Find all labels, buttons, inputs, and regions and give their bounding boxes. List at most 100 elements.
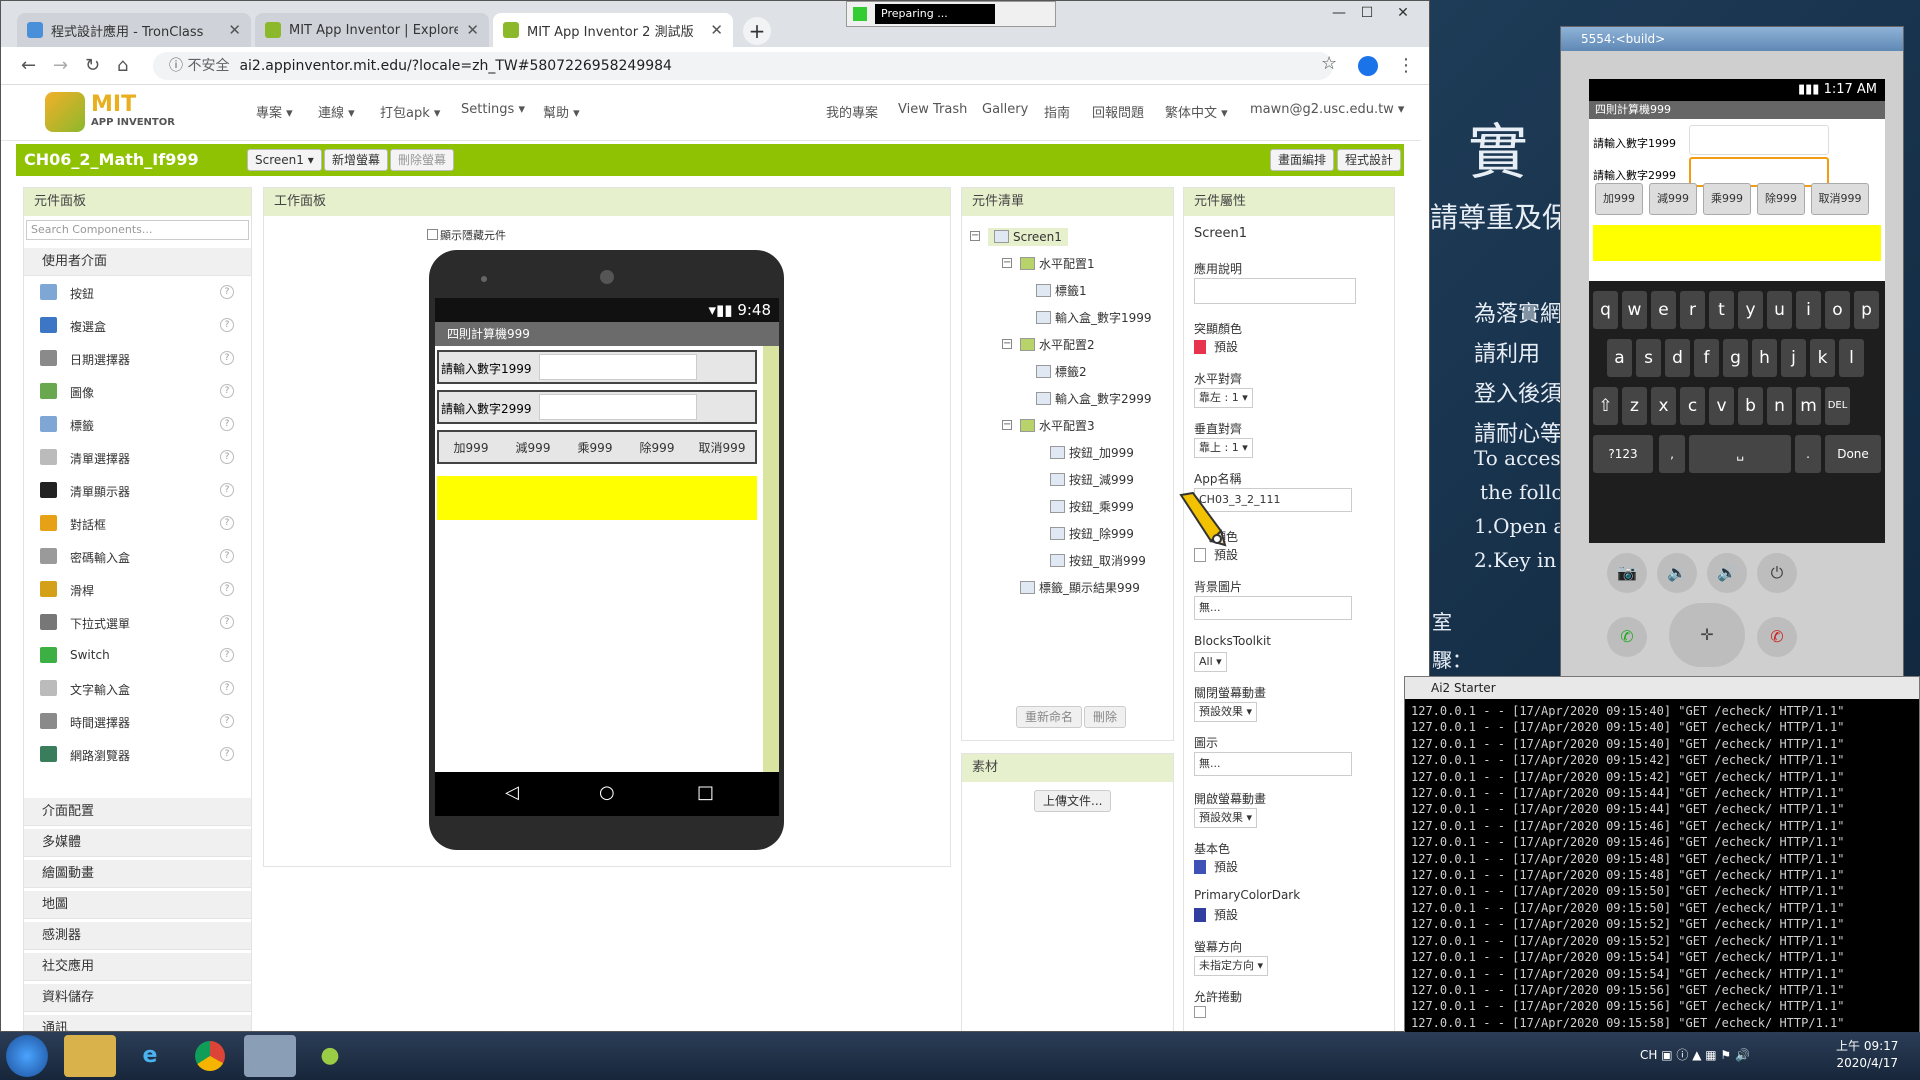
new-tab-button[interactable]: + [743, 17, 771, 45]
screen-select[interactable]: Screen1 ▾ [247, 149, 322, 171]
keyboard-key[interactable]: ?123 [1593, 435, 1653, 473]
forward-icon[interactable]: → [53, 55, 68, 76]
valign-select[interactable]: 靠上 : 1 ▾ [1194, 438, 1253, 458]
tree-item[interactable]: 標籤1 [1036, 282, 1087, 299]
browser-tab-active[interactable]: MIT App Inventor 2 測試版 ✕ [493, 13, 733, 47]
palette-component-item[interactable]: 密碼輸入盒? [24, 540, 253, 573]
close-icon[interactable]: ✕ [710, 21, 723, 39]
help-icon[interactable]: ? [220, 615, 234, 629]
keyboard-key[interactable]: DEL [1825, 387, 1850, 425]
category-item[interactable]: 繪圖動畫 [24, 860, 251, 888]
tree-item[interactable]: 按鈕_加999 [1050, 444, 1134, 461]
keyboard-key[interactable]: ␣ [1689, 435, 1791, 473]
browser-tab[interactable]: MIT App Inventor | Explore MI ✕ [255, 13, 489, 47]
close-icon[interactable]: ✕ [228, 21, 241, 39]
palette-component-item[interactable]: 清單選擇器? [24, 441, 253, 474]
ie-icon[interactable]: e [124, 1035, 176, 1077]
keyboard-key[interactable]: d [1665, 339, 1690, 377]
about-screen-input[interactable] [1194, 278, 1356, 304]
keyboard-key[interactable]: p [1854, 291, 1879, 329]
clock[interactable]: 上午 09:17 2020/4/17 [1836, 1038, 1898, 1072]
back-icon[interactable]: ← [21, 55, 36, 76]
label-2[interactable]: 請輸入數字2999 [441, 400, 532, 417]
reload-icon[interactable]: ↻ [85, 55, 100, 76]
menu-account[interactable]: mawn@g2.usc.edu.tw ▾ [1250, 102, 1404, 117]
orientation-select[interactable]: 未指定方向 ▾ [1194, 956, 1269, 976]
keyboard-key[interactable]: a [1607, 339, 1632, 377]
volume-up-icon[interactable]: 🔊 [1707, 553, 1747, 593]
horizontal-arrangement-1[interactable]: 請輸入數字1999 [437, 350, 757, 384]
menu-language[interactable]: 繁体中文 ▾ [1165, 102, 1228, 121]
remove-screen-button[interactable]: 刪除螢幕 [390, 149, 455, 171]
minimize-icon[interactable]: — [1325, 3, 1353, 23]
language-indicator[interactable]: CH [1640, 1048, 1657, 1062]
help-icon[interactable]: ? [220, 285, 234, 299]
palette-component-item[interactable]: 時間選擇器? [24, 705, 253, 738]
keyboard-key[interactable]: o [1825, 291, 1850, 329]
palette-component-item[interactable]: 網路瀏覽器? [24, 738, 253, 771]
menu-settings[interactable]: Settings ▾ [461, 102, 525, 117]
menu-projects[interactable]: 專案 ▾ [256, 102, 293, 121]
help-icon[interactable]: ? [220, 714, 234, 728]
keyboard-key[interactable]: g [1723, 339, 1748, 377]
bgimage-input[interactable]: 無... [1194, 596, 1352, 620]
tree-item[interactable]: 按鈕_乘999 [1050, 498, 1134, 515]
help-icon[interactable]: ? [220, 516, 234, 530]
keyboard-key[interactable]: ⇧ [1593, 387, 1618, 425]
upload-file-button[interactable]: 上傳文件... [1034, 790, 1112, 812]
textbox-number-1999[interactable] [539, 354, 697, 380]
blocks-button[interactable]: 程式設計 [1337, 149, 1402, 171]
emulator-button-divide[interactable]: 除999 [1757, 183, 1805, 215]
textbox-number-2999[interactable] [539, 394, 697, 420]
category-user-interface[interactable]: 使用者介面 [24, 248, 251, 276]
bookmark-star-icon[interactable]: ☆ [1321, 53, 1337, 74]
menu-view-trash[interactable]: View Trash [898, 102, 967, 117]
close-window-icon[interactable]: ✕ [1389, 3, 1417, 23]
button-add[interactable]: 加999 [443, 436, 499, 460]
category-item[interactable]: 地圖 [24, 891, 251, 919]
keyboard-key[interactable]: . [1795, 435, 1821, 473]
horizontal-arrangement-3[interactable]: 加999 減999 乘999 除999 取消999 [437, 430, 757, 464]
menu-build[interactable]: 打包apk ▾ [380, 102, 440, 121]
button-subtract[interactable]: 減999 [505, 436, 561, 460]
tree-item[interactable]: Screen1 [988, 228, 1068, 246]
keyboard-key[interactable]: i [1796, 291, 1821, 329]
delete-button[interactable]: 刪除 [1084, 706, 1127, 728]
emulator-input-1[interactable] [1689, 125, 1829, 155]
palette-component-item[interactable]: Switch? [24, 639, 253, 672]
menu-report-issue[interactable]: 回報問題 [1092, 102, 1144, 121]
label-1[interactable]: 請輸入數字1999 [441, 360, 532, 377]
category-item[interactable]: 社交應用 [24, 953, 251, 981]
device-manager-icon[interactable] [244, 1035, 296, 1077]
keyboard-key[interactable]: m [1796, 387, 1821, 425]
horizontal-arrangement-2[interactable]: 請輸入數字2999 [437, 390, 757, 424]
profile-avatar[interactable] [1358, 56, 1378, 76]
home-icon[interactable]: ⌂ [117, 55, 128, 76]
palette-component-item[interactable]: 圖像? [24, 375, 253, 408]
keyboard-key[interactable]: h [1752, 339, 1777, 377]
keyboard-key[interactable]: b [1738, 387, 1763, 425]
category-item[interactable]: 多媒體 [24, 829, 251, 857]
tree-toggle-icon[interactable]: − [1002, 258, 1012, 268]
button-multiply[interactable]: 乘999 [567, 436, 623, 460]
primary-dark-color-picker[interactable]: 預設 [1194, 906, 1238, 923]
tree-item[interactable]: 水平配置3 [1020, 417, 1095, 434]
menu-connect[interactable]: 連線 ▾ [318, 102, 355, 121]
scroll-checkbox[interactable] [1194, 1006, 1206, 1018]
menu-my-projects[interactable]: 我的專案 [826, 102, 878, 121]
tree-item[interactable]: 按鈕_除999 [1050, 525, 1134, 542]
menu-dots-icon[interactable]: ⋮ [1397, 55, 1415, 76]
android-icon[interactable]: ● [304, 1035, 356, 1077]
palette-component-item[interactable]: 滑桿? [24, 573, 253, 606]
open-anim-select[interactable]: 預設效果 ▾ [1194, 808, 1258, 828]
palette-component-item[interactable]: 清單顯示器? [24, 474, 253, 507]
power-icon[interactable]: ⏻ [1757, 553, 1797, 593]
help-icon[interactable]: ? [220, 318, 234, 332]
end-call-icon[interactable]: ✆ [1757, 617, 1797, 657]
button-divide[interactable]: 除999 [629, 436, 685, 460]
help-icon[interactable]: ? [220, 450, 234, 464]
result-label[interactable] [437, 476, 757, 520]
palette-component-item[interactable]: 下拉式選單? [24, 606, 253, 639]
help-icon[interactable]: ? [220, 549, 234, 563]
keyboard-key[interactable]: s [1636, 339, 1661, 377]
